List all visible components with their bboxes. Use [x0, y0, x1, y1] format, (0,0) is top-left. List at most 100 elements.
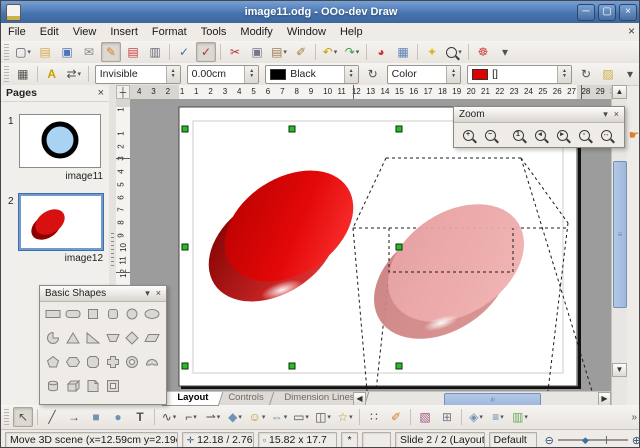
- line-icon[interactable]: ╱: [42, 407, 62, 427]
- horizontal-scrollbar[interactable]: ◀ ▶: [353, 392, 611, 406]
- rounded-square-shape-icon[interactable]: [104, 305, 123, 328]
- hexagon-shape-icon[interactable]: [64, 353, 83, 376]
- curve-icon[interactable]: ∿▾: [159, 407, 179, 427]
- rectangle-icon[interactable]: ■: [86, 407, 106, 427]
- text-icon[interactable]: T: [130, 407, 150, 427]
- circle-pie-shape-icon[interactable]: [44, 329, 63, 352]
- document-as-email-icon[interactable]: ✉: [79, 42, 99, 62]
- circle-shape-icon[interactable]: [123, 305, 142, 328]
- ring-shape-icon[interactable]: [123, 353, 142, 376]
- toolbar-overflow-icon[interactable]: »: [631, 412, 637, 423]
- close-document-icon[interactable]: ×: [628, 24, 635, 38]
- cube-shape-icon[interactable]: [64, 377, 83, 400]
- title-bar[interactable]: image11.odg - OOo-dev Draw ─ ▢ ×: [1, 1, 640, 23]
- symbol-shapes-icon[interactable]: ☺▾: [247, 407, 267, 427]
- menu-tools[interactable]: Tools: [194, 25, 234, 39]
- new-document-icon[interactable]: ▢▾: [13, 42, 33, 62]
- export-pdf-icon[interactable]: ▤: [123, 42, 143, 62]
- spinner-icon[interactable]: ▲▼: [244, 66, 258, 83]
- copy-icon[interactable]: ▣: [247, 42, 267, 62]
- zoom-in-icon[interactable]: ⊕: [632, 434, 640, 447]
- spinner-icon[interactable]: ▲▼: [344, 66, 358, 83]
- slide-indicator[interactable]: Slide 2 / 2 (Layout): [395, 432, 485, 448]
- page-item-image12[interactable]: 2 image12: [1, 194, 109, 264]
- scroll-up-icon[interactable]: ▲: [612, 85, 627, 99]
- folded-corner-shape-icon[interactable]: [84, 377, 103, 400]
- arrange-icon[interactable]: ▥▾: [510, 407, 530, 427]
- print-icon[interactable]: ▥: [145, 42, 165, 62]
- vertical-scroll-thumb[interactable]: [613, 161, 627, 308]
- gallery-icon[interactable]: ⊞: [437, 407, 457, 427]
- maximize-button[interactable]: ▢: [598, 4, 616, 21]
- menu-view[interactable]: View: [66, 25, 104, 39]
- chart-icon[interactable]: ◕: [371, 42, 391, 62]
- menu-insert[interactable]: Insert: [103, 25, 145, 39]
- rotate-icon[interactable]: ◈▾: [466, 407, 486, 427]
- isosceles-triangle-shape-icon[interactable]: [64, 329, 83, 352]
- rounded-rectangle-shape-icon[interactable]: [64, 305, 83, 328]
- page-thumbnail[interactable]: [19, 194, 103, 250]
- fontwork-icon[interactable]: A: [42, 64, 62, 84]
- menu-window[interactable]: Window: [280, 25, 333, 39]
- scroll-down-icon[interactable]: ▼: [612, 363, 627, 377]
- octagon-shape-icon[interactable]: [84, 353, 103, 376]
- cylinder-shape-icon[interactable]: [44, 377, 63, 400]
- navigator-icon[interactable]: ✦: [422, 42, 442, 62]
- callouts-icon[interactable]: ◫▾: [313, 407, 333, 427]
- edit-file-icon[interactable]: ✎: [101, 42, 121, 62]
- page-style-field[interactable]: Default: [489, 432, 537, 448]
- line-style-select[interactable]: Invisible ▲▼: [95, 65, 181, 84]
- zoom-icon[interactable]: ▾: [444, 42, 464, 62]
- toolbar-menu-icon[interactable]: ▾: [145, 288, 150, 299]
- zoom-next-icon[interactable]: ▸: [552, 125, 572, 145]
- trapezoid-shape-icon[interactable]: [104, 329, 123, 352]
- page-thumbnail[interactable]: [19, 114, 101, 168]
- arrow-icon[interactable]: →: [64, 407, 84, 427]
- zoom-in-icon[interactable]: +: [458, 125, 478, 145]
- block-arrows-icon[interactable]: ⇔▾: [269, 407, 289, 427]
- insert-picture-icon[interactable]: ▧: [415, 407, 435, 427]
- ruler-origin[interactable]: ┼: [116, 85, 130, 99]
- diamond-shape-icon[interactable]: [123, 329, 142, 352]
- cut-icon[interactable]: ✂: [225, 42, 245, 62]
- square-shape-icon[interactable]: [84, 305, 103, 328]
- toolbar-menu-icon[interactable]: ▾: [603, 109, 608, 120]
- points-icon[interactable]: ∷: [364, 407, 384, 427]
- zoom-slider-track[interactable]: ◆: [558, 439, 628, 441]
- zoom-page-icon[interactable]: ▫: [574, 125, 594, 145]
- fill-style-select[interactable]: Color ▲▼: [387, 65, 461, 84]
- undo-icon[interactable]: ↶▾: [320, 42, 340, 62]
- format-paintbrush-icon[interactable]: ✐: [291, 42, 311, 62]
- paste-icon[interactable]: ▤▾: [269, 42, 289, 62]
- horizontal-ruler[interactable]: 4321123456789101112131415161718192021222…: [130, 85, 611, 100]
- zoom-slider[interactable]: ⊖ ◆ ⊕: [545, 434, 640, 447]
- ellipse-shape-icon[interactable]: [143, 305, 162, 328]
- zoom-out-icon[interactable]: −: [480, 125, 500, 145]
- save-icon[interactable]: ▣: [57, 42, 77, 62]
- toolbar-grip[interactable]: [4, 409, 9, 425]
- spinner-icon[interactable]: ▲▼: [446, 66, 460, 83]
- menu-file[interactable]: File: [1, 25, 33, 39]
- parallelogram-shape-icon[interactable]: [143, 329, 162, 352]
- zoom-slider-thumb[interactable]: ◆: [582, 435, 589, 446]
- page-item-image11[interactable]: 1 image11: [1, 114, 109, 182]
- spinner-icon[interactable]: ▲▼: [557, 66, 571, 83]
- frame-shape-icon[interactable]: [104, 377, 123, 400]
- lines-arrows-icon[interactable]: ⇀▾: [203, 407, 223, 427]
- stars-icon[interactable]: ☆▾: [335, 407, 355, 427]
- fill-color-select[interactable]: [] ▲▼: [467, 65, 572, 84]
- tab-layout[interactable]: Layout: [162, 392, 224, 406]
- rotate-lf-icon[interactable]: ↻: [363, 64, 383, 84]
- toolbar-close-icon[interactable]: ×: [156, 288, 161, 299]
- toolbar-close-icon[interactable]: ×: [614, 109, 619, 120]
- zoom-floating-toolbar[interactable]: Zoom ▾ × +−1◂▸▫↔☛: [453, 106, 625, 148]
- regular-pentagon-shape-icon[interactable]: [44, 353, 63, 376]
- block-arc-shape-icon[interactable]: [143, 353, 162, 376]
- alignment-icon[interactable]: ≡▾: [488, 407, 508, 427]
- scroll-right-icon[interactable]: ▶: [598, 392, 611, 406]
- flowchart-icon[interactable]: ▭▾: [291, 407, 311, 427]
- scroll-left-icon[interactable]: ◀: [353, 392, 366, 406]
- auto-spellcheck-icon[interactable]: ✓: [196, 42, 216, 62]
- menu-modify[interactable]: Modify: [233, 25, 279, 39]
- toolbar-grip[interactable]: [4, 66, 9, 82]
